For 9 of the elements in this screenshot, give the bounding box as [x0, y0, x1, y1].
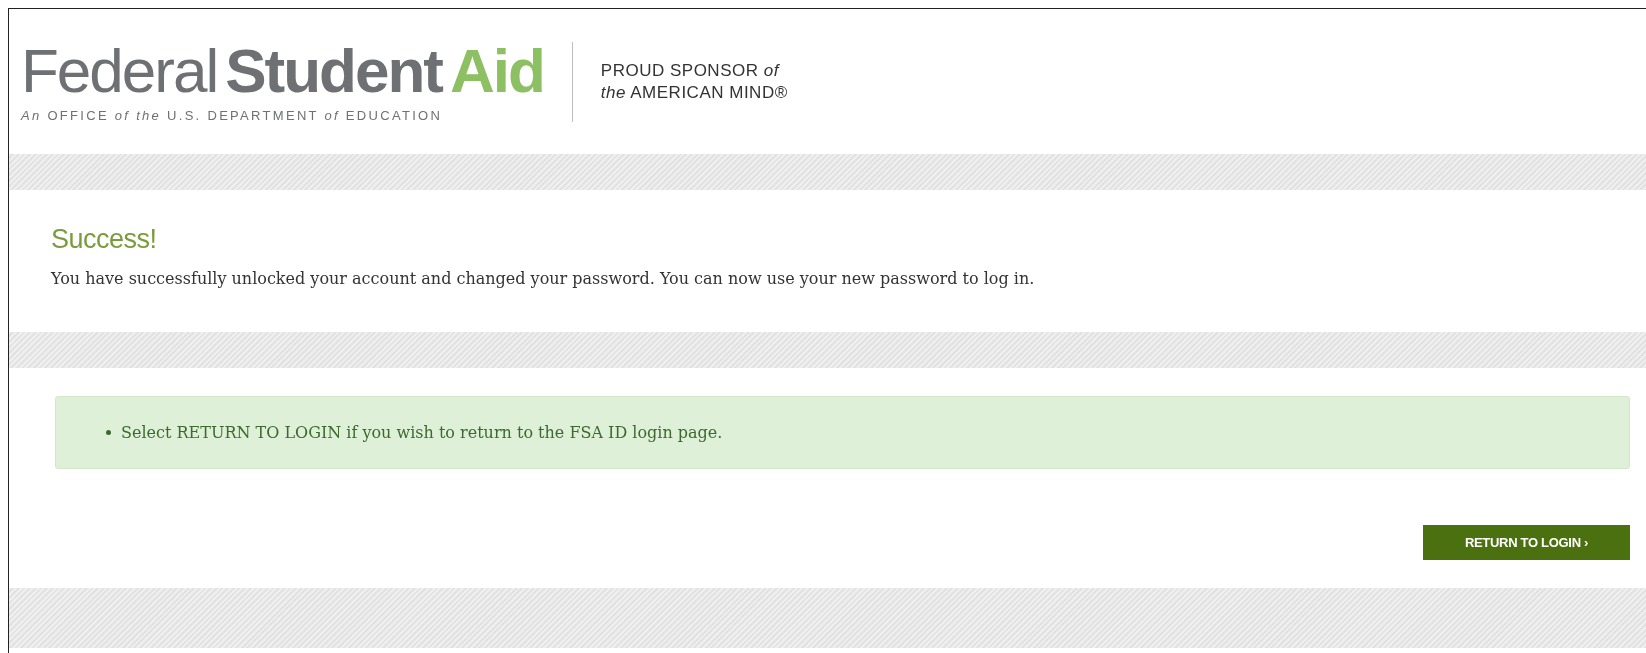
bullet-icon — [106, 429, 111, 435]
sponsor-tagline: PROUD SPONSOR of — [600, 60, 781, 81]
notice-item: Select RETURN TO LOGIN if you wish to return to the FSA ID login page. — [106, 423, 1629, 442]
success-title: Success! — [51, 224, 158, 255]
return-to-login-button[interactable]: RETURN TO LOGIN › — [1423, 525, 1630, 560]
sponsor-tagline: the AMERICAN MIND® — [600, 82, 788, 103]
logo-subtitle: An OFFICE of the U.S. DEPARTMENT of EDUCATION — [21, 108, 444, 123]
logo-wordmark: FederalStudentAid — [21, 40, 544, 102]
success-message: You have successfully unlocked your account and changed your password. You can now use your new password to log in. — [51, 269, 1036, 288]
